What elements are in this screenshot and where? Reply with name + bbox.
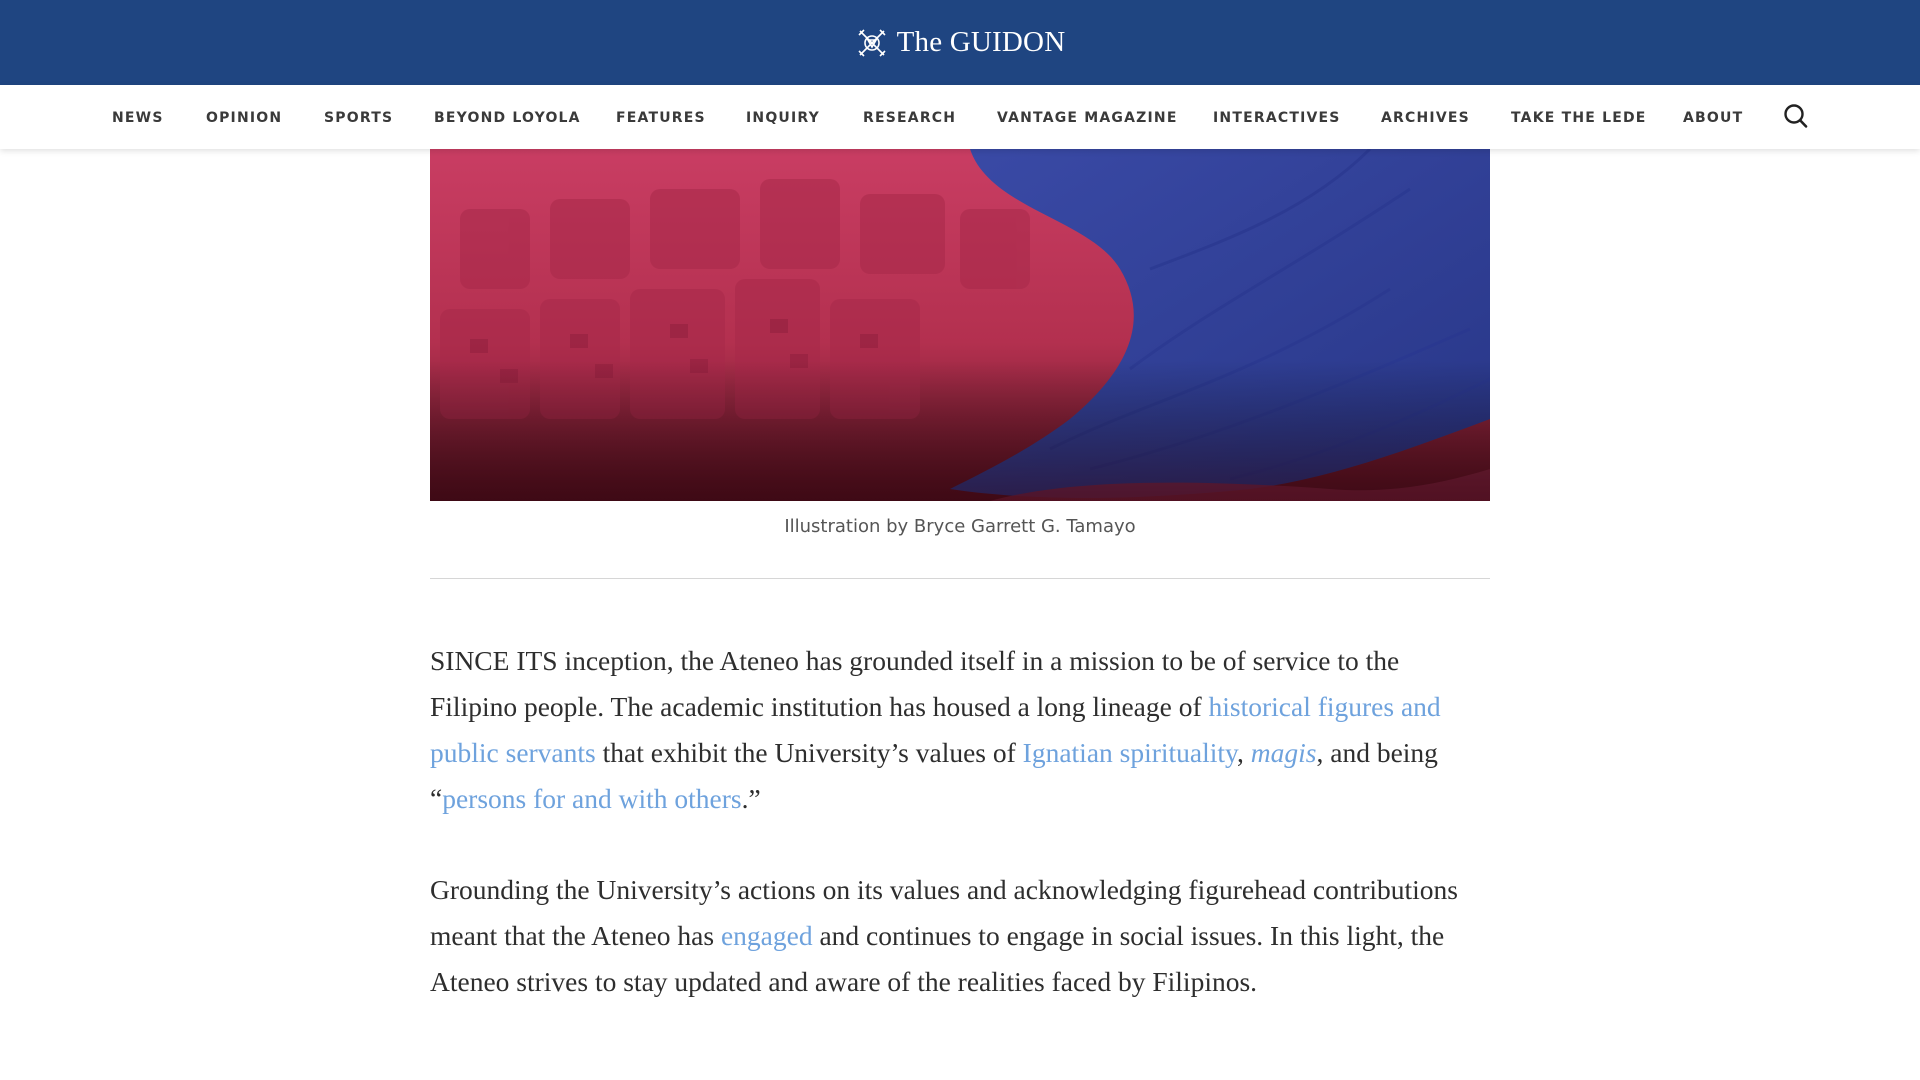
nav-archives[interactable]: ARCHIVES: [1381, 85, 1470, 149]
link-magis[interactable]: magis: [1251, 737, 1317, 768]
search-icon: [1784, 104, 1808, 128]
article-body: SINCE ITS inception, the Ateneo has grou…: [430, 638, 1490, 1050]
site-logo-link[interactable]: The GUIDON: [855, 26, 1066, 60]
hero-illustration: [430, 149, 1490, 501]
divider: [430, 578, 1490, 579]
nav-inquiry[interactable]: INQUIRY: [746, 85, 820, 149]
nav-about[interactable]: ABOUT: [1683, 85, 1743, 149]
text-run: .”: [741, 783, 761, 814]
nav-interactives[interactable]: INTERACTIVES: [1213, 85, 1341, 149]
link-engaged[interactable]: engaged: [721, 920, 813, 951]
nav-opinion[interactable]: OPINION: [206, 85, 282, 149]
nav-news[interactable]: NEWS: [112, 85, 164, 149]
nav-research[interactable]: RESEARCH: [863, 85, 956, 149]
link-ignatian-spirituality[interactable]: Ignatian spirituality: [1023, 737, 1237, 768]
text-run: ,: [1237, 737, 1251, 768]
article-paragraph-2: Grounding the University’s actions on it…: [430, 867, 1490, 1005]
image-caption: Illustration by Bryce Garrett G. Tamayo: [784, 516, 1136, 537]
guidon-crest-icon: [858, 28, 886, 57]
site-header: The GUIDON: [0, 0, 1920, 85]
nav-vantage-magazine[interactable]: VANTAGE MAGAZINE: [997, 85, 1178, 149]
search-button[interactable]: [1780, 101, 1812, 133]
nav-beyond-loyola[interactable]: BEYOND LOYOLA: [434, 85, 581, 149]
link-persons-for-others[interactable]: persons for and with others: [442, 783, 741, 814]
site-name: The GUIDON: [896, 26, 1066, 58]
nav-take-the-lede[interactable]: TAKE THE LEDE: [1511, 85, 1647, 149]
article-paragraph-1: SINCE ITS inception, the Ateneo has grou…: [430, 638, 1490, 822]
nav-features[interactable]: FEATURES: [616, 85, 706, 149]
text-run: that exhibit the University’s values of: [595, 737, 1023, 768]
nav-sports[interactable]: SPORTS: [324, 85, 393, 149]
main-navigation: NEWS OPINION SPORTS BEYOND LOYOLA FEATUR…: [0, 85, 1920, 149]
